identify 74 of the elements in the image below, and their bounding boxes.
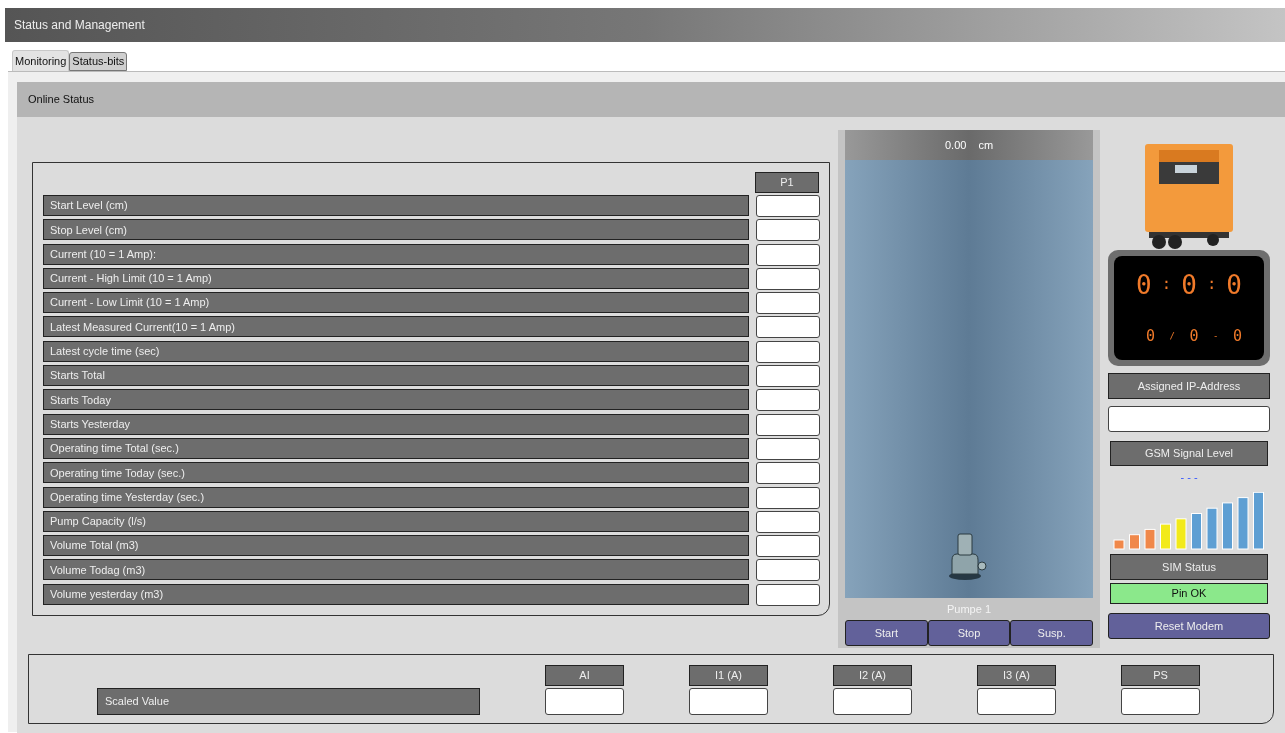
parameter-label: Latest cycle time (sec): [43, 340, 749, 362]
level-unit: cm: [978, 137, 994, 153]
parameter-label: Start Level (cm): [43, 195, 749, 216]
gsm-signal-reading: - - -: [1180, 469, 1198, 485]
sim-status-value: Pin OK: [1110, 583, 1268, 604]
column-header: I2 (A): [833, 665, 912, 686]
column-header: AI: [545, 665, 624, 686]
parameter-field[interactable]: [756, 267, 820, 290]
parameter-field[interactable]: [756, 365, 820, 388]
parameter-field[interactable]: [756, 583, 820, 606]
parameter-label: Starts Yesterday: [43, 413, 749, 435]
parameter-field[interactable]: [756, 195, 820, 217]
parameter-label: Current - Low Limit (10 = 1 Amp): [43, 292, 749, 314]
parameter-field[interactable]: [756, 413, 820, 436]
column-header: I1 (A): [689, 665, 768, 686]
parameter-label: Operating time Today (sec.): [43, 462, 749, 484]
column-header: I3 (A): [977, 665, 1056, 686]
display-digit: 0: [1226, 271, 1242, 298]
display-digit: 0: [1181, 271, 1197, 298]
parameter-label: Volume Total (m3): [43, 535, 749, 557]
parameter-field[interactable]: [756, 316, 820, 339]
value-field[interactable]: [977, 688, 1056, 715]
display-digit: 0: [1146, 329, 1156, 345]
parameter-label: Operating time Yesterday (sec.): [43, 486, 749, 508]
reset-modem-button[interactable]: Reset Modem: [1108, 613, 1270, 639]
ip-address-field[interactable]: [1108, 406, 1270, 432]
scaled-value-label: Scaled Value: [97, 688, 480, 715]
display-separator: :: [1206, 276, 1217, 293]
parameter-label: Pump Capacity (l/s): [43, 510, 749, 532]
parameter-field[interactable]: [756, 292, 820, 315]
value-field[interactable]: [689, 688, 768, 715]
pump-button[interactable]: Susp.: [1010, 620, 1093, 646]
display-digit: 0: [1189, 329, 1199, 345]
display-separator: -: [1213, 332, 1219, 342]
column-header: PS: [1121, 665, 1200, 686]
parameter-label: Stop Level (cm): [43, 219, 749, 241]
parameter-field[interactable]: [756, 559, 820, 582]
value-field[interactable]: [833, 688, 912, 715]
parameter-label: Starts Total: [43, 365, 749, 387]
parameter-field[interactable]: [756, 219, 820, 242]
display-separator: /: [1169, 332, 1175, 342]
column-header: P1: [755, 172, 819, 193]
gsm-signal-label: GSM Signal Level: [1110, 441, 1268, 466]
parameter-field[interactable]: [756, 486, 820, 509]
parameter-label: Current - High Limit (10 = 1 Amp): [43, 267, 749, 289]
parameter-field[interactable]: [756, 462, 820, 485]
parameter-field[interactable]: [756, 437, 820, 460]
parameter-field[interactable]: [756, 510, 820, 533]
parameter-label: Current (10 = 1 Amp):: [43, 243, 749, 265]
level-value: 0.00: [944, 137, 967, 153]
parameter-field[interactable]: [756, 243, 820, 266]
parameter-label: Latest Measured Current(10 = 1 Amp): [43, 316, 749, 338]
value-field[interactable]: [1121, 688, 1200, 715]
signal-bars-icon: [1112, 492, 1266, 550]
sim-status-label: SIM Status: [1110, 554, 1268, 580]
pump-drawing: [949, 532, 989, 580]
display-digit: 0: [1232, 329, 1242, 345]
parameter-field[interactable]: [756, 340, 820, 363]
tab[interactable]: Monitoring: [12, 50, 70, 71]
parameter-label: Volume yesterday (m3): [43, 583, 749, 605]
window-title: Status and Management: [14, 17, 145, 34]
display-separator: :: [1161, 276, 1172, 293]
parameter-field[interactable]: [756, 389, 820, 412]
panel-title: Online Status: [28, 92, 95, 108]
pump-button[interactable]: Stop: [927, 620, 1011, 646]
parameter-label: Starts Today: [43, 389, 749, 411]
ip-address-label: Assigned IP-Address: [1108, 373, 1270, 399]
pump-button[interactable]: Start: [845, 620, 928, 646]
parameter-field[interactable]: [756, 535, 820, 558]
display-digit: 0: [1136, 271, 1152, 298]
parameter-label: Operating time Total (sec.): [43, 437, 749, 459]
tab[interactable]: Status-bits: [69, 52, 128, 71]
value-field[interactable]: [545, 688, 624, 715]
parameter-label: Volume Todag (m3): [43, 559, 749, 581]
